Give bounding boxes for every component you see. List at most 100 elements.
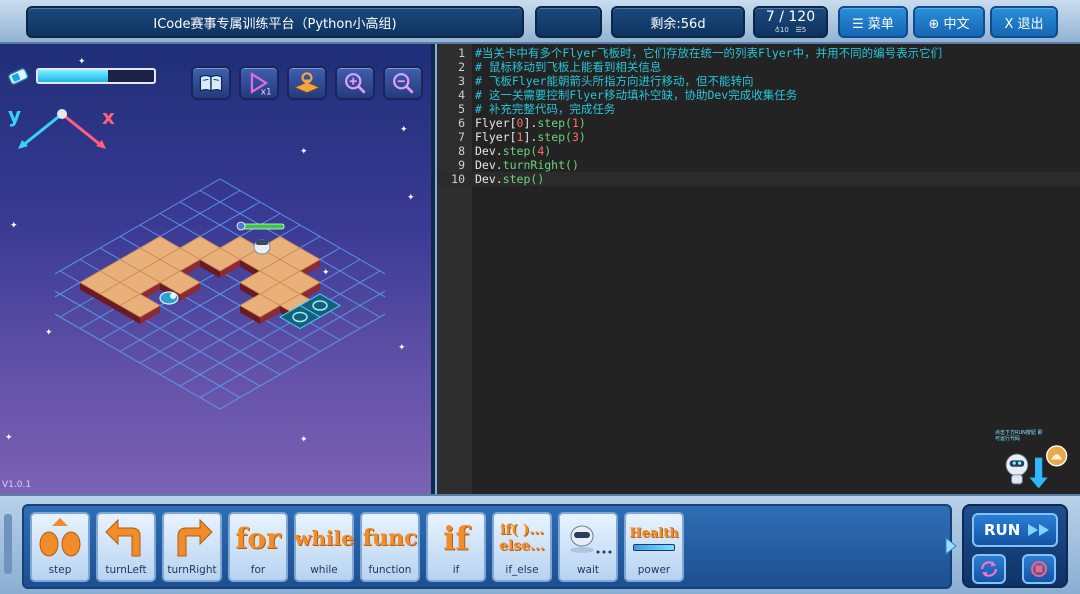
turn-left-icon: [98, 516, 154, 560]
line-number: 3: [458, 74, 465, 88]
level-progress-count: 7 / 120: [765, 9, 816, 25]
code-line[interactable]: 3 # 飞板Flyer能朝箭头所指方向进行移动，但不能转向: [437, 74, 1080, 88]
game-viewport[interactable]: ✦ ✦ ✦ ✦ ✦ ✦ ✦ ✦ ✦ ✦ x1 y x V1.0.1: [0, 44, 431, 494]
star: ✦: [300, 147, 308, 157]
star: ✦: [407, 193, 415, 203]
block-power[interactable]: Health power: [624, 512, 684, 582]
block-label: step: [48, 564, 72, 576]
manual-button[interactable]: [191, 66, 231, 100]
code-text: Dev.turnRight(): [475, 158, 579, 172]
line-number: 5: [458, 102, 465, 116]
speed-button[interactable]: x1: [239, 66, 279, 100]
run-panel: RUN: [962, 504, 1068, 588]
code-line[interactable]: 8 Dev.step(4): [437, 144, 1080, 158]
zoom-in-button[interactable]: [335, 66, 375, 100]
block-label: turnLeft: [105, 564, 147, 576]
code-line[interactable]: 6 Flyer[0].step(1): [437, 116, 1080, 130]
zoom-out-button[interactable]: [383, 66, 423, 100]
helper-mascot: 点击下方RUN按钮 即可运行代码: [995, 430, 1075, 492]
code-line[interactable]: 2 # 鼠标移动到飞板上能看到相关信息: [437, 60, 1080, 74]
book-icon: [199, 74, 223, 93]
block-label: for: [250, 564, 266, 576]
code-line[interactable]: 10 Dev.step(): [437, 172, 1080, 186]
flyer-0[interactable]: [159, 291, 179, 305]
code-line[interactable]: 9 Dev.turnRight(): [437, 158, 1080, 172]
code-line[interactable]: 1 #当关卡中有多个Flyer飞板时，它们存放在统一的列表Flyer中，并用不同的…: [437, 46, 1080, 60]
star: ✦: [10, 221, 18, 231]
reset-button[interactable]: [972, 554, 1006, 584]
code-text: # 这一关需要控制Flyer移动填补空缺，协助Dev完成收集任务: [475, 88, 798, 102]
level-progress-stats: ♁10 ☰5: [775, 27, 806, 34]
svg-text:x1: x1: [261, 87, 272, 97]
block-wait[interactable]: wait: [558, 512, 618, 582]
block-for[interactable]: for for: [228, 512, 288, 582]
block-function[interactable]: func function: [360, 512, 420, 582]
code-text: # 补充完整代码，完成任务: [475, 102, 616, 116]
refresh-icon: [980, 561, 998, 577]
stop-icon: [1030, 560, 1048, 578]
map-button[interactable]: [287, 66, 327, 100]
level-progress: 7 / 120 ♁10 ☰5: [753, 6, 828, 38]
code-text: Dev.step(4): [475, 144, 552, 158]
code-text: # 鼠标移动到飞板上能看到相关信息: [475, 60, 662, 74]
star: ✦: [398, 343, 406, 353]
block-if[interactable]: if if: [426, 512, 486, 582]
block-label: function: [368, 564, 412, 576]
star: ✦: [5, 433, 13, 443]
if-icon: if: [443, 519, 469, 557]
stop-button[interactable]: [1022, 554, 1056, 584]
block-turnLeft[interactable]: turnLeft: [96, 512, 156, 582]
tray-left-handle[interactable]: [4, 514, 12, 574]
zoom-out-icon: [393, 73, 414, 94]
code-text: Dev.step(): [475, 172, 545, 186]
run-label: RUN: [984, 521, 1021, 539]
menu-button[interactable]: ☰ 菜单: [838, 6, 908, 38]
star: ✦: [78, 57, 86, 67]
block-label: while: [310, 564, 338, 576]
block-turnRight[interactable]: turnRight: [162, 512, 222, 582]
axis-y-label: y: [8, 103, 21, 127]
code-line[interactable]: 5 # 补充完整代码，完成任务: [437, 102, 1080, 116]
line-number: 2: [458, 60, 465, 74]
block-label: turnRight: [167, 564, 217, 576]
line-number: 6: [458, 116, 465, 130]
run-button[interactable]: RUN: [972, 513, 1058, 547]
block-label: wait: [576, 564, 600, 576]
star: ✦: [400, 125, 408, 135]
zoom-in-icon: [345, 73, 366, 94]
star: ✦: [300, 435, 308, 445]
while-icon: while: [294, 526, 354, 550]
code-text: #当关卡中有多个Flyer飞板时，它们存放在统一的列表Flyer中，并用不同的编…: [475, 46, 943, 60]
map-pin-icon: [293, 72, 321, 94]
progress-sub-2: ☰5: [795, 26, 807, 34]
code-line[interactable]: 7 Flyer[1].step(3): [437, 130, 1080, 144]
progress-sub-1: ♁10: [774, 26, 789, 34]
floor-tiles: [79, 236, 321, 324]
code-text: Flyer[1].step(3): [475, 130, 586, 144]
block-label: power: [637, 564, 671, 576]
tray-scroll-right-icon[interactable]: [944, 536, 958, 556]
power-icon: Health: [626, 516, 682, 560]
if-else-icon: if( )... else...: [499, 522, 545, 554]
line-number: 10: [451, 172, 465, 186]
block-while[interactable]: while while: [294, 512, 354, 582]
block-if-else[interactable]: if( )... else... if_else: [492, 512, 552, 582]
block-step[interactable]: step: [30, 512, 90, 582]
line-number: 1: [458, 46, 465, 60]
platform-title: ICode赛事专属训练平台（Python小高组): [26, 6, 524, 38]
exit-button[interactable]: X 退出: [990, 6, 1058, 38]
remaining-days: 剩余:56d: [611, 6, 745, 38]
level-board[interactable]: [55, 174, 385, 414]
code-editor[interactable]: 1 #当关卡中有多个Flyer飞板时，它们存放在统一的列表Flyer中，并用不同的…: [435, 44, 1080, 494]
version-label: V1.0.1: [2, 480, 32, 490]
code-line[interactable]: 4 # 这一关需要控制Flyer移动填补空缺，协助Dev完成收集任务: [437, 88, 1080, 102]
top-bar: ICode赛事专属训练平台（Python小高组) 剩余:56d 7 / 120 …: [0, 0, 1080, 44]
block-label: if_else: [505, 564, 539, 576]
line-number: 4: [458, 88, 465, 102]
for-icon: for: [235, 521, 281, 555]
line-number: 9: [458, 158, 465, 172]
axis-x-label: x: [102, 105, 115, 129]
star: ✦: [45, 328, 53, 338]
language-button[interactable]: ⊕ 中文: [913, 6, 985, 38]
play-speed-icon: x1: [250, 72, 272, 97]
